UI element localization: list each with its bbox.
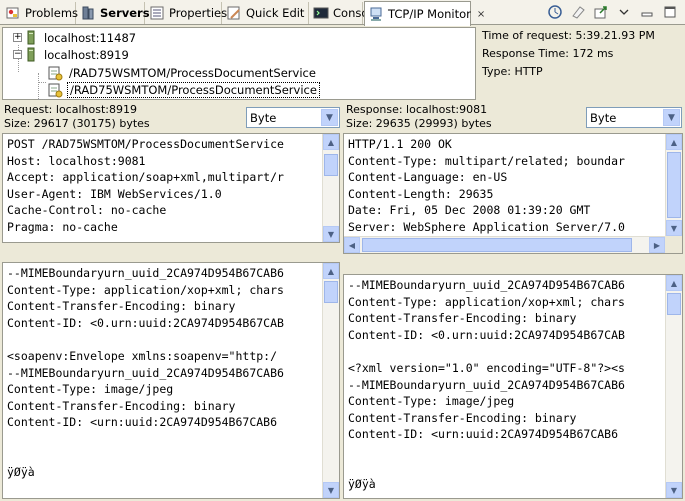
request-document-icon [47, 65, 63, 81]
chevron-down-icon[interactable]: ▼ [663, 109, 680, 126]
scroll-up-icon[interactable]: ▲ [323, 134, 339, 150]
view-tab-bar: Problems Servers Properties Quick Edit C… [0, 0, 685, 26]
scroll-left-icon[interactable]: ◀ [344, 237, 360, 253]
vertical-scrollbar[interactable]: ▲ ▼ [322, 134, 339, 242]
properties-icon [149, 5, 165, 21]
request-header: Request: localhost:8919 Size: 29617 (301… [4, 103, 150, 131]
request-title: Request: localhost:8919 [4, 103, 137, 116]
tab-console[interactable]: Console [310, 2, 379, 24]
server-node-icon [27, 30, 37, 46]
request-body-text[interactable]: --MIMEBoundaryurn_uuid_2CA974D954B67CAB6… [3, 263, 339, 481]
horizontal-scrollbar[interactable]: ◀ ▶ [344, 236, 665, 253]
request-type: Type: HTTP [482, 65, 543, 78]
scroll-thumb[interactable] [324, 281, 338, 303]
scroll-down-icon[interactable]: ▼ [323, 226, 339, 242]
scroll-up-icon[interactable]: ▲ [323, 263, 339, 279]
scroll-right-icon[interactable]: ▶ [649, 237, 665, 253]
scroll-down-icon[interactable]: ▼ [323, 482, 339, 498]
request-header-text[interactable]: POST /RAD75WSMTOM/ProcessDocumentService… [3, 134, 339, 236]
response-time: Response Time: 172 ms [482, 47, 614, 60]
time-of-request: Time of request: 5:39.21.93 PM [482, 29, 655, 42]
tree-node-request-1[interactable]: /RAD75WSMTOM/ProcessDocumentService [47, 64, 318, 81]
response-header: Response: localhost:9081 Size: 29635 (29… [346, 103, 492, 131]
request-body-pane[interactable]: --MIMEBoundaryurn_uuid_2CA974D954B67CAB6… [2, 262, 340, 499]
tree-node-label: /RAD75WSMTOM/ProcessDocumentService [67, 81, 320, 98]
scroll-thumb[interactable] [324, 154, 338, 176]
tree-node-localhost-11487[interactable]: + localhost:11487 [13, 29, 138, 46]
view-toolbar [546, 3, 679, 21]
tab-label: Properties [169, 6, 228, 20]
properties-toolbar-icon[interactable] [546, 3, 564, 21]
vertical-scrollbar[interactable]: ▲ ▼ [665, 275, 682, 498]
tab-tcpip-monitor[interactable]: TCP/IP Monitor × [364, 1, 485, 26]
response-body-text[interactable]: --MIMEBoundaryurn_uuid_2CA974D954B67CAB6… [344, 275, 682, 493]
response-format-value: Byte [590, 110, 617, 125]
tab-quick-edit[interactable]: Quick Edit [223, 2, 309, 24]
tree-node-label: localhost:11487 [44, 30, 137, 45]
collapse-icon[interactable]: − [13, 50, 22, 59]
response-header-pane[interactable]: HTTP/1.1 200 OK Content-Type: multipart/… [343, 133, 683, 254]
response-header-text[interactable]: HTTP/1.1 200 OK Content-Type: multipart/… [344, 134, 682, 236]
tree-node-label: /RAD75WSMTOM/ProcessDocumentService [69, 65, 316, 80]
tab-label: Servers [100, 6, 150, 20]
tab-servers[interactable]: Servers [77, 2, 150, 24]
tab-problems[interactable]: Problems [2, 2, 79, 24]
problems-icon [5, 5, 21, 21]
chevron-down-icon[interactable]: ▼ [321, 109, 338, 126]
maximize-icon[interactable] [661, 3, 679, 21]
export-icon[interactable] [592, 3, 610, 21]
response-format-select[interactable]: Byte ▼ [586, 107, 682, 128]
vertical-scrollbar[interactable]: ▲ ▼ [322, 263, 339, 498]
response-size: Size: 29635 (29993) bytes [346, 117, 492, 130]
server-node-icon [27, 47, 37, 63]
scroll-up-icon[interactable]: ▲ [666, 134, 682, 150]
view-menu-icon[interactable] [615, 3, 633, 21]
scroll-down-icon[interactable]: ▼ [666, 220, 682, 236]
request-info: Time of request: 5:39.21.93 PM Response … [482, 27, 655, 81]
request-header-pane[interactable]: POST /RAD75WSMTOM/ProcessDocumentService… [2, 133, 340, 243]
tree-node-label: localhost:8919 [44, 47, 129, 62]
response-title: Response: localhost:9081 [346, 103, 488, 116]
vertical-scrollbar[interactable]: ▲ ▼ [665, 134, 682, 236]
request-tree: + localhost:11487 − localhost:8919 /RAD7… [2, 27, 476, 100]
tab-label: Quick Edit [246, 6, 305, 20]
request-document-icon [47, 82, 63, 98]
minimize-icon[interactable] [638, 3, 656, 21]
scroll-thumb[interactable] [667, 293, 681, 315]
request-size: Size: 29617 (30175) bytes [4, 117, 150, 130]
scroll-thumb[interactable] [667, 152, 681, 218]
response-body-pane[interactable]: --MIMEBoundaryurn_uuid_2CA974D954B67CAB6… [343, 274, 683, 499]
tab-label: Problems [25, 6, 79, 20]
expand-icon[interactable]: + [13, 33, 22, 42]
tab-properties[interactable]: Properties [146, 2, 227, 24]
tab-label: TCP/IP Monitor [388, 7, 471, 21]
request-format-value: Byte [250, 110, 277, 125]
tree-node-localhost-8919[interactable]: − localhost:8919 [13, 46, 131, 63]
servers-icon [80, 5, 96, 21]
scroll-up-icon[interactable]: ▲ [666, 275, 682, 291]
scroll-down-icon[interactable]: ▼ [666, 482, 682, 498]
close-icon[interactable]: × [477, 9, 485, 20]
tcpip-monitor-icon [368, 6, 384, 22]
tree-node-request-2[interactable]: /RAD75WSMTOM/ProcessDocumentService [47, 81, 320, 98]
console-icon [313, 5, 329, 21]
request-format-select[interactable]: Byte ▼ [246, 107, 340, 128]
scroll-thumb[interactable] [362, 238, 632, 252]
clear-icon[interactable] [569, 3, 587, 21]
quick-edit-icon [226, 5, 242, 21]
